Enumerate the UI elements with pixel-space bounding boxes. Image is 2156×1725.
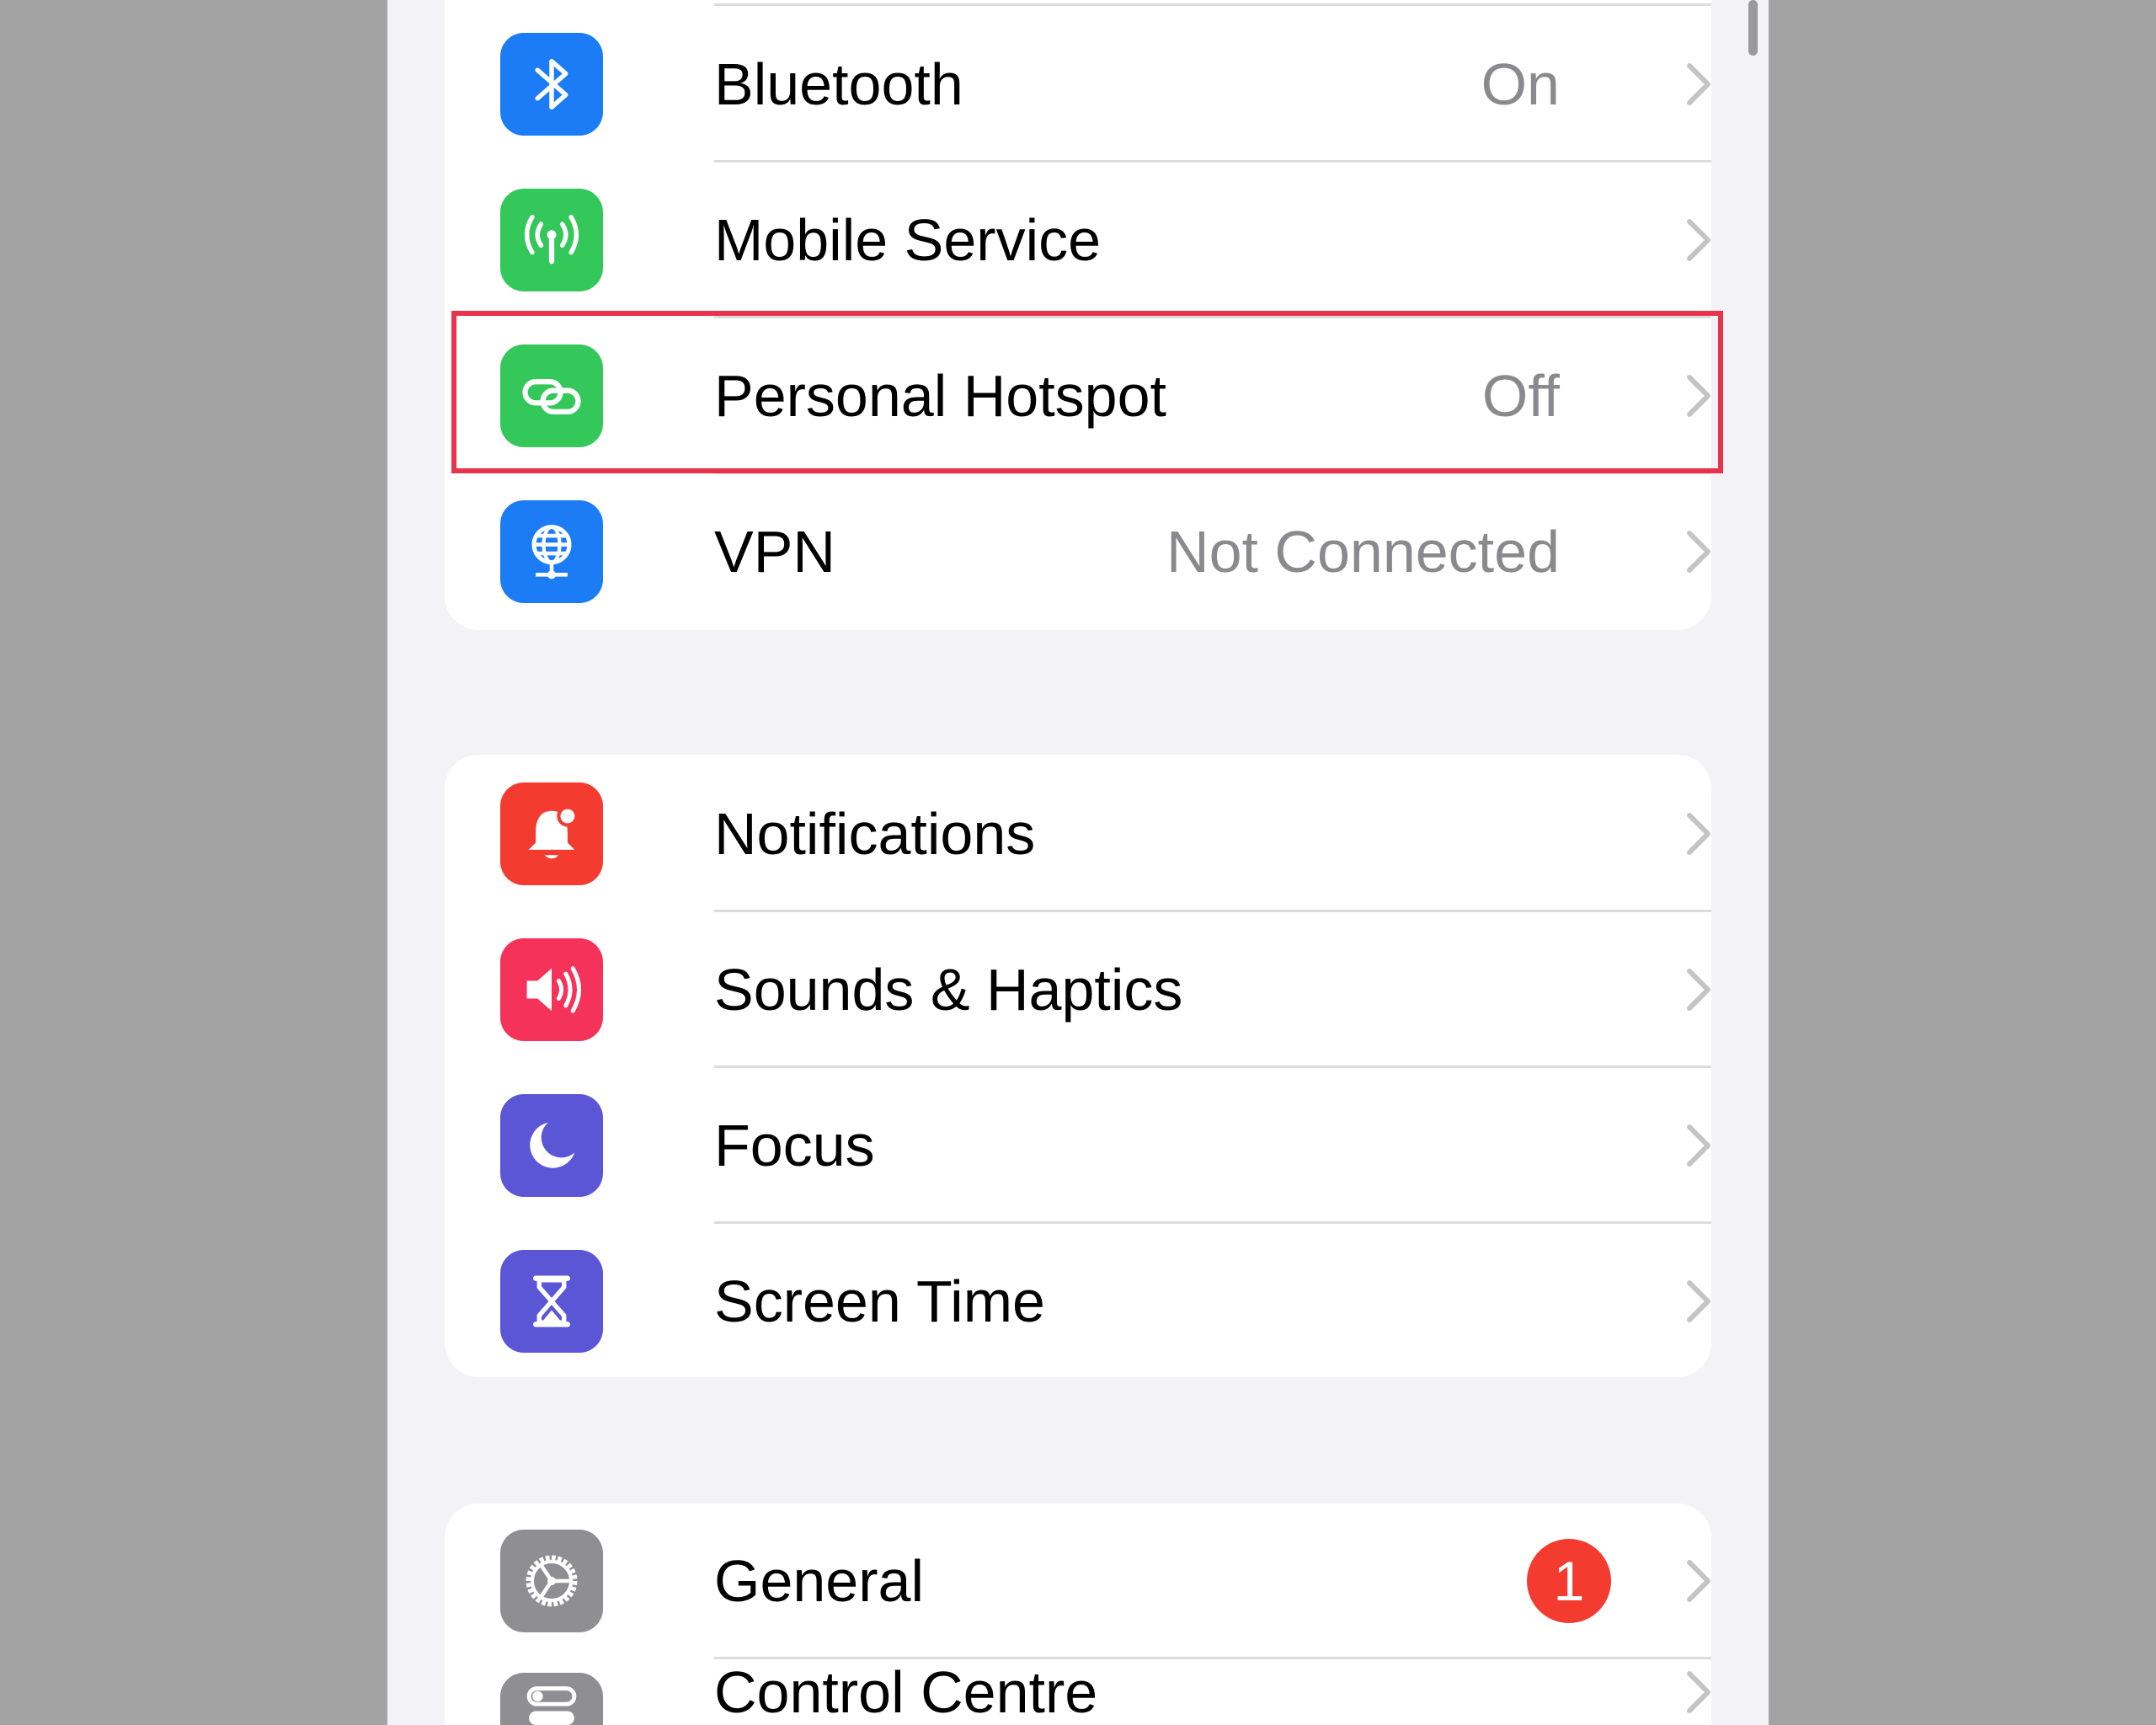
moon-icon <box>500 1094 603 1197</box>
scrollbar[interactable] <box>1748 0 1758 56</box>
row-label: Focus <box>714 1113 875 1178</box>
chevron-right-icon <box>1687 969 1710 1011</box>
chevron-right-icon <box>1687 1280 1710 1322</box>
bell-icon <box>500 782 603 885</box>
notification-badge: 1 <box>1527 1539 1611 1623</box>
chevron-right-icon <box>1687 1124 1710 1167</box>
row-label: VPN <box>714 519 835 585</box>
antenna-icon <box>500 189 603 291</box>
row-label: Screen Time <box>714 1268 1045 1334</box>
divider <box>714 3 1711 6</box>
row-value: Off <box>1481 363 1560 429</box>
chevron-right-icon <box>1687 1671 1710 1713</box>
row-label: Personal Hotspot <box>714 363 1166 429</box>
chevron-right-icon <box>1687 813 1710 855</box>
speaker-icon <box>500 938 603 1041</box>
row-label: Sounds & Haptics <box>714 957 1183 1023</box>
row-value: Not Connected <box>1166 519 1560 585</box>
row-label: Bluetooth <box>714 51 963 117</box>
chevron-right-icon <box>1687 219 1710 261</box>
settings-screen: Bluetooth On Mobile Service Personal Hot… <box>387 0 1769 1725</box>
row-sounds-haptics[interactable]: Sounds & Haptics <box>445 912 1711 1068</box>
connectivity-group: Bluetooth On Mobile Service Personal Hot… <box>445 0 1711 630</box>
row-bluetooth[interactable]: Bluetooth On <box>445 7 1711 163</box>
chevron-right-icon <box>1687 375 1710 417</box>
row-vpn[interactable]: VPN Not Connected <box>445 474 1711 630</box>
row-personal-hotspot[interactable]: Personal Hotspot Off <box>445 318 1711 474</box>
switches-icon <box>500 1673 603 1725</box>
gear-icon <box>500 1530 603 1632</box>
row-label: Mobile Service <box>714 207 1102 273</box>
row-label: Notifications <box>714 801 1036 867</box>
row-control-centre[interactable]: Control Centre <box>445 1659 1711 1725</box>
hourglass-icon <box>500 1250 603 1353</box>
row-label: General <box>714 1548 925 1614</box>
row-general[interactable]: General 1 <box>445 1503 1711 1659</box>
row-focus[interactable]: Focus <box>445 1068 1711 1224</box>
chevron-right-icon <box>1687 1560 1710 1602</box>
chevron-right-icon <box>1687 531 1710 573</box>
bluetooth-icon <box>500 33 603 136</box>
notifications-group: Notifications Sounds & Haptics Focus Scr… <box>445 755 1711 1377</box>
link-icon <box>500 344 603 447</box>
row-notifications[interactable]: Notifications <box>445 756 1711 912</box>
chevron-right-icon <box>1687 63 1710 105</box>
globe-icon <box>500 500 603 603</box>
row-label: Control Centre <box>714 1659 1098 1725</box>
row-value: On <box>1481 51 1560 117</box>
row-mobile-service[interactable]: Mobile Service <box>445 163 1711 318</box>
row-screen-time[interactable]: Screen Time <box>445 1224 1711 1380</box>
general-group: General 1 Control Centre <box>445 1503 1711 1725</box>
